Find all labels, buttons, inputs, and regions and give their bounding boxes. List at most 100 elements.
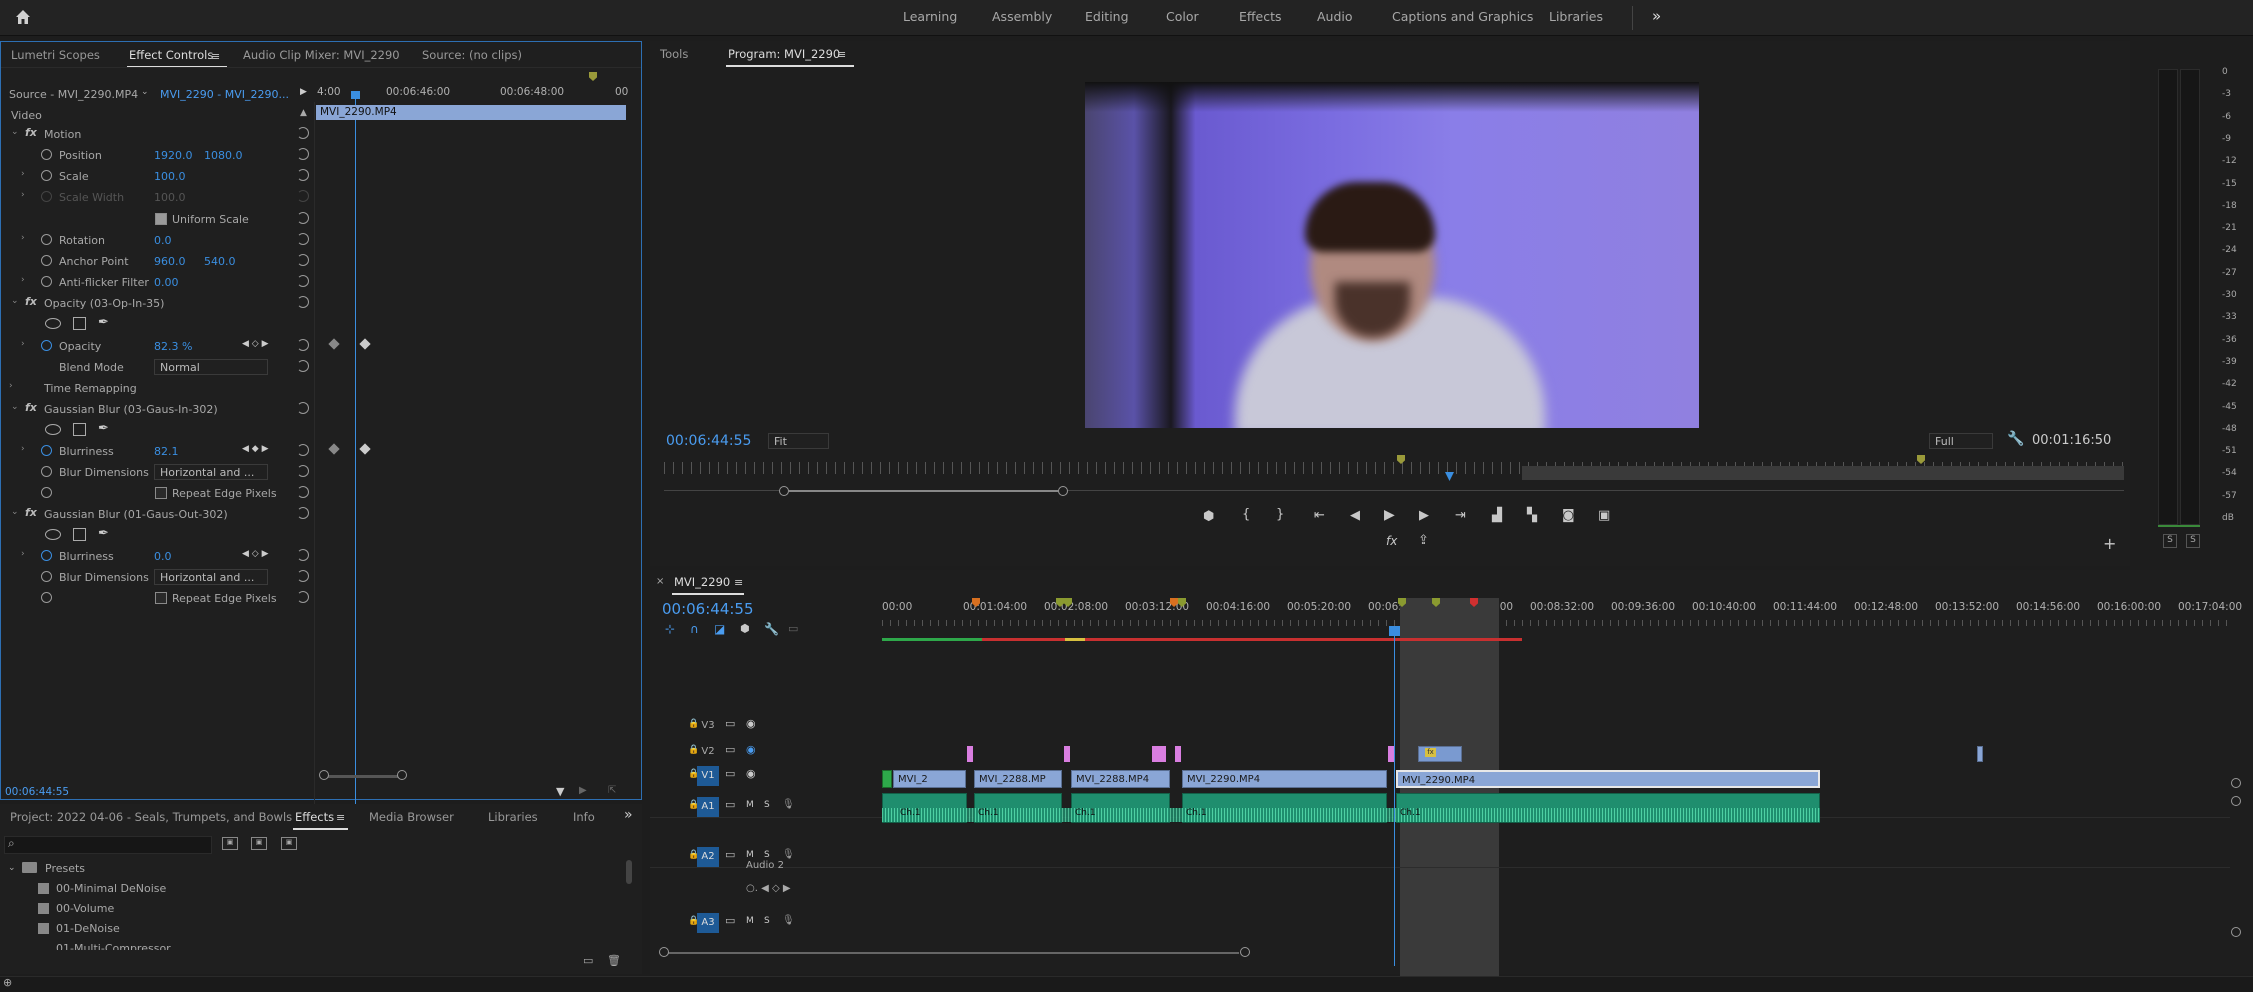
add-marker-icon[interactable]: ⬢	[740, 622, 750, 635]
antiflicker-value[interactable]: 0.00	[154, 276, 179, 289]
rectangle-mask-icon[interactable]	[73, 528, 86, 541]
twirl-icon[interactable]: ›	[21, 444, 25, 454]
yuv-effects-icon[interactable]: ▣	[281, 837, 297, 850]
v1-clip-selected[interactable]: MVI_2290.MP4	[1396, 770, 1820, 788]
workspace-audio[interactable]: Audio	[1317, 0, 1353, 36]
linked-selection-icon[interactable]: ◪	[714, 622, 725, 636]
reset-icon[interactable]	[297, 507, 309, 519]
gaussian-blur-1-row[interactable]: ⌄ fx Gaussian Blur (03-Gaus-In-302)	[1, 399, 313, 420]
workspace-effects[interactable]: Effects	[1239, 0, 1282, 36]
keyframe-nav-icons[interactable]: ◀ ◆ ▶	[242, 444, 269, 454]
adjustment-clip[interactable]	[1152, 746, 1166, 762]
mark-out-icon[interactable]: }	[1276, 507, 1284, 522]
reset-icon[interactable]	[297, 570, 309, 582]
sequence-clip-label[interactable]: MVI_2290 - MVI_2290...	[160, 88, 289, 101]
wrench-icon[interactable]: 🔧	[764, 622, 779, 636]
reset-icon[interactable]	[297, 549, 309, 561]
export-icon[interactable]: ⇱	[608, 785, 616, 796]
twirl-icon[interactable]: ⌄	[11, 127, 19, 137]
sync-lock-icon[interactable]: ▭	[725, 848, 735, 861]
workspace-color[interactable]: Color	[1166, 0, 1199, 36]
tab-media-browser[interactable]: Media Browser	[369, 810, 454, 824]
tab-audio-clip-mixer[interactable]: Audio Clip Mixer: MVI_2290	[243, 48, 400, 62]
track-label-a2[interactable]: A2	[697, 847, 719, 867]
mute-button[interactable]: M	[746, 916, 754, 926]
eye-icon[interactable]: ◉	[746, 743, 756, 756]
stopwatch-icon[interactable]	[41, 487, 52, 498]
mute-button[interactable]: M	[746, 850, 754, 860]
track-label-a3[interactable]: A3	[697, 913, 719, 933]
new-bin-icon[interactable]: ▭	[583, 954, 593, 967]
mute-button[interactable]: M	[746, 800, 754, 810]
v1-clip[interactable]: MVI_2	[893, 770, 966, 788]
panel-menu-icon[interactable]: ≡	[837, 48, 846, 61]
panel-menu-icon[interactable]: ≡	[336, 811, 345, 824]
fx-toggle-icon[interactable]: fx	[1386, 534, 1397, 548]
effects-search-input[interactable]	[4, 836, 212, 854]
v1-clip-start[interactable]	[882, 770, 892, 788]
eye-icon[interactable]: ◉	[746, 717, 756, 730]
stopwatch-icon[interactable]	[41, 149, 52, 160]
reset-icon[interactable]	[297, 296, 309, 308]
monitor-playhead[interactable]	[1445, 472, 1454, 481]
reset-icon[interactable]	[297, 254, 309, 266]
panel-menu-icon[interactable]: ≡	[734, 576, 743, 589]
scroll-handle[interactable]	[2231, 927, 2241, 937]
scroll-handle[interactable]	[319, 770, 329, 780]
solo-left-button[interactable]: S	[2163, 534, 2177, 548]
position-y-value[interactable]: 1080.0	[204, 149, 243, 162]
presets-folder[interactable]: Presets	[45, 862, 85, 875]
opacity-value[interactable]: 82.3 %	[154, 340, 192, 353]
stopwatch-icon[interactable]	[41, 445, 52, 456]
timeline-timecode[interactable]: 00:06:44:55	[662, 600, 754, 618]
mic-icon[interactable]: 🎙	[782, 849, 795, 860]
keyframe-diamond[interactable]	[359, 443, 371, 455]
stopwatch-icon[interactable]	[41, 276, 52, 287]
mic-icon[interactable]: 🎙	[782, 915, 795, 926]
wrench-icon[interactable]: 🔧	[2007, 431, 2024, 447]
gaussian-blur-2-row[interactable]: ⌄ fx Gaussian Blur (01-Gaus-Out-302)	[1, 504, 313, 525]
export-icon[interactable]: ⇪	[1418, 533, 1429, 548]
more-workspaces-icon[interactable]: »	[1652, 0, 1661, 36]
sync-lock-icon[interactable]: ▭	[725, 767, 735, 780]
adjustment-clip[interactable]	[1064, 746, 1070, 762]
twirl-icon[interactable]: ›	[21, 275, 25, 285]
short-clip[interactable]	[1977, 746, 1983, 762]
scroll-handle[interactable]	[2231, 796, 2241, 806]
keyframe-diamond[interactable]	[328, 338, 340, 350]
twirl-icon[interactable]: ⌄	[8, 863, 16, 873]
more-panels-icon[interactable]: »	[624, 807, 633, 823]
nest-icon[interactable]: ⊹	[665, 622, 675, 636]
ellipse-mask-icon[interactable]	[45, 318, 61, 329]
v1-clip[interactable]: MVI_2288.MP	[974, 770, 1062, 788]
track-label-v1[interactable]: V1	[697, 766, 719, 786]
zoom-handle[interactable]	[1240, 947, 1250, 957]
track-label-v3[interactable]: V3	[697, 716, 719, 736]
reset-icon[interactable]	[297, 465, 309, 477]
stopwatch-icon[interactable]	[41, 170, 52, 181]
track-label-a1[interactable]: A1	[697, 797, 719, 817]
keyframe-nav-icons[interactable]: ◀ ◇ ▶	[242, 549, 269, 559]
tab-source[interactable]: Source: (no clips)	[422, 48, 522, 62]
keyframe-controls-icon[interactable]: ○. ◀ ◇ ▶	[746, 883, 791, 894]
scale-value[interactable]: 100.0	[154, 170, 186, 183]
play-audio-icon[interactable]: ▶	[579, 785, 587, 796]
anchor-x-value[interactable]: 960.0	[154, 255, 186, 268]
captions-icon[interactable]: ▭	[788, 622, 798, 635]
go-to-out-icon[interactable]: ⇥	[1455, 508, 1466, 523]
snap-icon[interactable]: ∩	[690, 622, 699, 636]
pen-mask-icon[interactable]: ✒	[98, 315, 109, 330]
solo-right-button[interactable]: S	[2186, 534, 2200, 548]
scroll-handle[interactable]	[2231, 778, 2241, 788]
reset-icon[interactable]	[297, 360, 309, 372]
preset-item[interactable]: 01-Multi-Compressor	[56, 942, 171, 950]
reset-icon[interactable]	[297, 127, 309, 139]
v1-clip[interactable]: MVI_2290.MP4	[1182, 770, 1387, 788]
stopwatch-icon[interactable]	[41, 466, 52, 477]
adjustment-clip[interactable]	[967, 746, 973, 762]
program-video-frame[interactable]	[1085, 82, 1699, 428]
tab-program[interactable]: Program: MVI_2290	[725, 47, 855, 67]
export-frame-icon[interactable]: ◙	[1562, 508, 1575, 523]
close-icon[interactable]: ×	[656, 576, 664, 587]
lift-icon[interactable]: ▟	[1492, 508, 1502, 523]
